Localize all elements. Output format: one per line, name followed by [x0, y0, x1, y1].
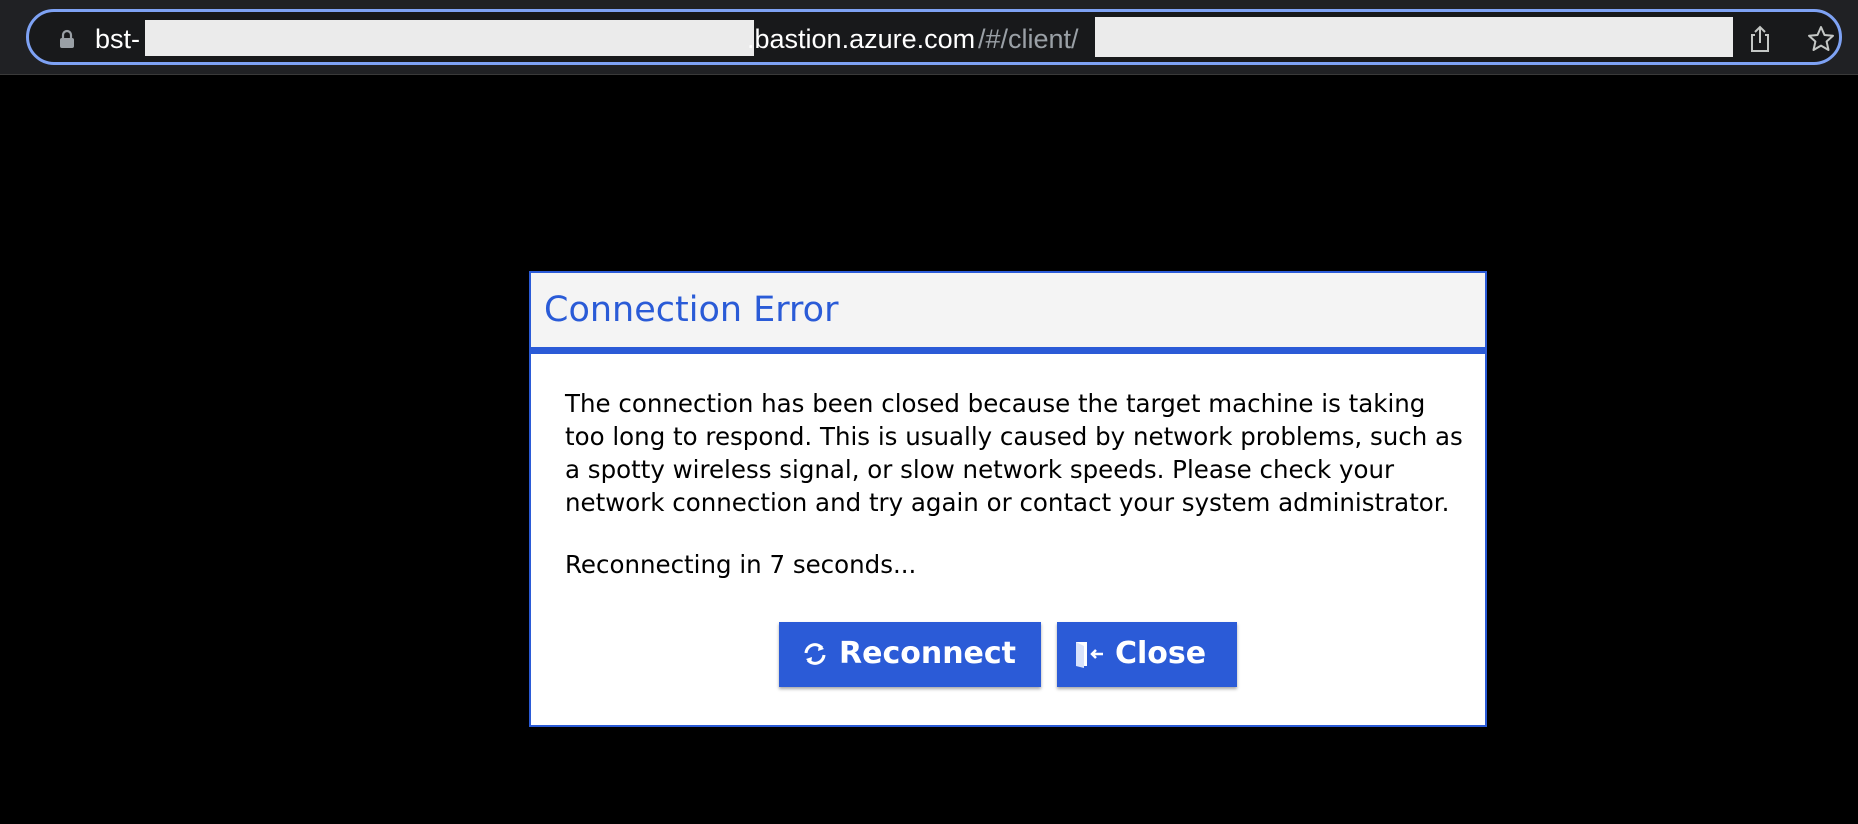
reconnect-button[interactable]: Reconnect — [779, 622, 1041, 687]
dialog-header: Connection Error — [531, 273, 1485, 354]
close-button[interactable]: Close — [1057, 622, 1237, 687]
dialog-message: The connection has been closed because t… — [565, 389, 1463, 517]
refresh-icon — [804, 643, 826, 665]
lock-icon[interactable] — [57, 29, 77, 49]
share-icon[interactable] — [1746, 24, 1774, 54]
browser-toolbar: bst- .bastion.azure.com /#/client/ — [0, 0, 1858, 75]
url-prefix: bst- — [95, 24, 141, 54]
close-label: Close — [1115, 636, 1207, 671]
dialog-title: Connection Error — [544, 290, 839, 330]
reconnect-countdown: Reconnecting in 7 seconds... — [565, 550, 917, 579]
address-bar[interactable]: bst- .bastion.azure.com /#/client/ — [26, 9, 1842, 65]
exit-door-icon — [1076, 642, 1103, 668]
redacted-subdomain — [145, 20, 754, 56]
connection-error-dialog: Connection Error The connection has been… — [529, 271, 1487, 727]
url-path: /#/client/ — [978, 24, 1079, 54]
star-icon[interactable] — [1806, 24, 1836, 54]
reconnect-label: Reconnect — [839, 636, 1017, 671]
redacted-client-id — [1095, 17, 1733, 57]
url-host-suffix: .bastion.azure.com — [747, 24, 976, 54]
